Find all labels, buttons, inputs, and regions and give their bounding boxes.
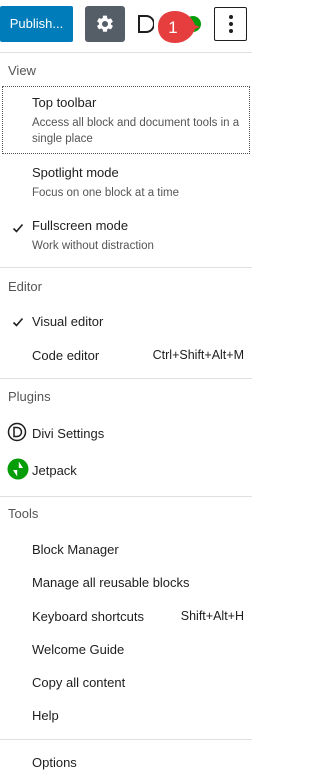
section-title-tools: Tools: [8, 506, 39, 521]
publish-button[interactable]: Publish...: [0, 6, 73, 42]
step-badge: 1: [155, 8, 201, 46]
menu-item-label: Jetpack: [32, 463, 77, 478]
menu-item-label: Top toolbar: [32, 95, 97, 110]
editor-header-toolbar: Publish... 1: [0, 0, 252, 52]
menu-divider: [0, 496, 252, 497]
menu-item-manage-reusable-blocks[interactable]: Manage all reusable blocks: [0, 568, 252, 598]
menu-divider: [0, 378, 252, 379]
menu-divider: [0, 739, 252, 740]
menu-item-label: Help: [32, 708, 59, 723]
menu-item-label: Spotlight mode: [32, 165, 119, 180]
menu-item-label: Copy all content: [32, 675, 126, 690]
menu-item-description: Access all block and document tools in a…: [32, 117, 240, 145]
checkmark-icon: [12, 317, 24, 327]
settings-button[interactable]: [85, 6, 125, 42]
menu-item-copy-all-content[interactable]: Copy all content: [0, 668, 252, 698]
menu-item-label: Divi Settings: [32, 426, 105, 441]
more-menu-dropdown: View Top toolbar Access all block and do…: [0, 52, 252, 775]
more-options-button[interactable]: [214, 7, 247, 41]
menu-item-keyboard-shortcuts[interactable]: Keyboard shortcuts Shift+Alt+H: [0, 602, 252, 632]
menu-item-label: Code editor: [32, 348, 100, 363]
menu-item-description: Focus on one block at a time: [32, 187, 180, 199]
jetpack-icon: [7, 458, 29, 480]
menu-item-divi-settings[interactable]: Divi Settings: [0, 419, 252, 449]
menu-item-shortcut: Ctrl+Shift+Alt+M: [152, 348, 244, 362]
menu-item-description: Work without distraction: [32, 240, 154, 252]
gear-icon: [97, 15, 113, 32]
menu-item-jetpack[interactable]: Jetpack: [0, 456, 252, 486]
menu-item-spotlight-mode[interactable]: Spotlight mode Focus on one block at a t…: [0, 158, 252, 206]
menu-divider: [0, 267, 252, 268]
menu-item-label: Fullscreen mode: [32, 218, 129, 233]
vertical-ellipsis-icon: [228, 15, 233, 33]
section-title-plugins: Plugins: [8, 389, 51, 404]
menu-item-label: Visual editor: [32, 314, 104, 329]
menu-item-welcome-guide[interactable]: Welcome Guide: [0, 635, 252, 665]
menu-item-label: Welcome Guide: [32, 642, 125, 657]
menu-item-label: Manage all reusable blocks: [32, 575, 190, 590]
checkmark-icon: [12, 223, 24, 233]
step-badge-number: 1: [168, 18, 177, 37]
block-inserter-icon[interactable]: [136, 14, 155, 34]
menu-item-top-toolbar[interactable]: Top toolbar Access all block and documen…: [0, 86, 252, 154]
menu-item-label: Block Manager: [32, 542, 119, 557]
menu-item-help[interactable]: Help: [0, 701, 252, 731]
menu-item-code-editor[interactable]: Code editor Ctrl+Shift+Alt+M: [0, 341, 252, 371]
menu-item-block-manager[interactable]: Block Manager: [0, 535, 252, 565]
menu-item-fullscreen-mode[interactable]: Fullscreen mode Work without distraction: [0, 211, 252, 259]
divi-icon: [7, 422, 27, 442]
menu-item-label: Options: [32, 755, 77, 770]
menu-item-shortcut: Shift+Alt+H: [180, 609, 244, 623]
section-title-editor: Editor: [8, 279, 42, 294]
menu-item-visual-editor[interactable]: Visual editor: [0, 307, 252, 337]
menu-item-label: Keyboard shortcuts: [32, 609, 145, 624]
section-title-view: View: [8, 63, 36, 78]
